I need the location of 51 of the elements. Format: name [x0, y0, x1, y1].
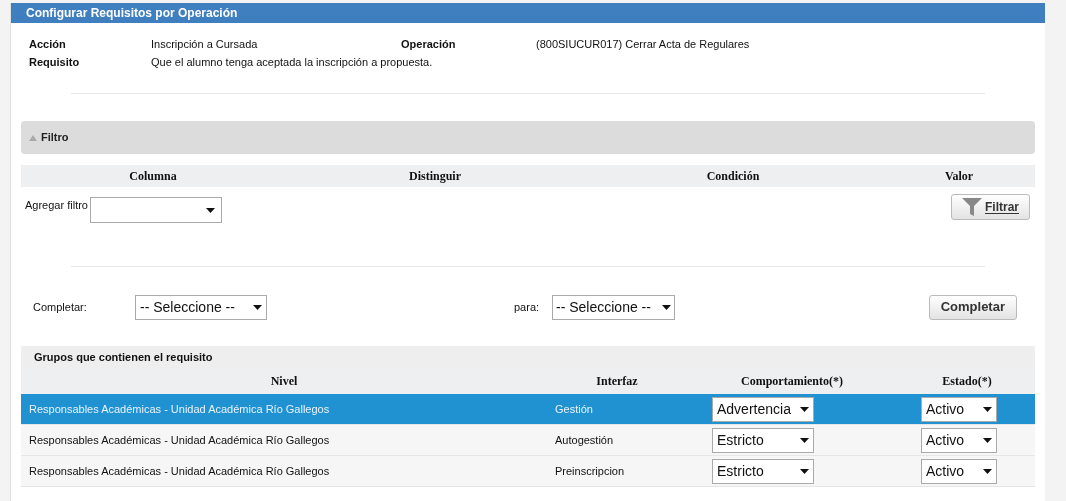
field-label: Completar:	[33, 299, 88, 315]
funnel-icon	[962, 198, 982, 216]
caret-icon	[800, 437, 809, 443]
status-dropdown[interactable]: Activo	[921, 458, 997, 484]
table-title: Grupos que contienen el requisito	[34, 349, 213, 365]
table-cell-text: Preinscripcion	[554, 463, 626, 479]
caret-icon	[983, 468, 992, 474]
field-value: Inscripción a Cursada	[151, 37, 259, 52]
caret-icon	[983, 437, 992, 443]
filter-button[interactable]: Filtrar	[951, 194, 1030, 220]
table-cell-text: Responsables Académicas - Unidad Académica Río Gallegos	[28, 432, 331, 448]
column-header: Estado(*)	[941, 373, 993, 390]
column-header: Distinguir	[408, 168, 462, 185]
panel-title: Filtro	[41, 130, 69, 146]
field-value: Que el alumno tenga aceptada la inscripción a propuesta.	[151, 55, 434, 70]
table-row[interactable]: Responsables Académicas - Unidad Académica Río Gallegos Preinscripcion Estricto Activo	[21, 456, 1035, 487]
table-cell-text: Gestión	[554, 401, 594, 417]
behavior-dropdown[interactable]: Advertencia	[712, 396, 814, 422]
target-dropdown[interactable]: -- Seleccione --	[552, 294, 675, 320]
table-cell-text: Responsables Académicas - Unidad Académica Río Gallegos	[28, 401, 331, 417]
field-label: Operación	[401, 37, 457, 52]
caret-icon	[800, 468, 809, 474]
table-row[interactable]: Responsables Académicas - Unidad Académica Río Gallegos Autogestión Estricto Activo	[21, 425, 1035, 456]
complete-button[interactable]: Completar	[928, 294, 1017, 320]
table-cell-text: Autogestión	[554, 432, 615, 448]
filter-dropdown[interactable]	[90, 197, 222, 223]
behavior-dropdown[interactable]: Estricto	[712, 427, 814, 453]
filter-panel-header[interactable]: Filtro	[21, 121, 1035, 154]
column-header: Valor	[943, 168, 975, 185]
caret-icon	[253, 304, 262, 310]
field-label: Agregar filtro	[25, 198, 88, 213]
column-header: Interfaz	[595, 373, 639, 390]
caret-icon	[983, 406, 992, 412]
table-row[interactable]: Responsables Académicas - Unidad Académica Río Gallegos Gestión Advertencia Activo	[21, 394, 1035, 425]
status-dropdown[interactable]: Activo	[921, 396, 997, 422]
column-header: Comportamiento(*)	[740, 373, 844, 390]
column-header: Nivel	[269, 373, 299, 390]
field-value: (800SIUCUR017) Cerrar Acta de Regulares	[536, 37, 751, 52]
caret-icon	[206, 207, 215, 213]
complete-dropdown[interactable]: -- Seleccione --	[135, 294, 267, 320]
column-header: Condición	[705, 168, 761, 185]
column-header: Columna	[128, 168, 178, 185]
caret-icon	[800, 406, 809, 412]
behavior-dropdown[interactable]: Estricto	[712, 458, 814, 484]
caret-icon	[662, 304, 671, 310]
field-label: Requisito	[29, 55, 81, 70]
window-title: Configurar Requisitos por Operación	[11, 3, 1045, 23]
field-label: para:	[514, 299, 541, 315]
table-cell-text: Responsables Académicas - Unidad Académica Río Gallegos	[28, 463, 331, 479]
field-label: Acción	[29, 37, 67, 52]
status-dropdown[interactable]: Activo	[921, 427, 997, 453]
